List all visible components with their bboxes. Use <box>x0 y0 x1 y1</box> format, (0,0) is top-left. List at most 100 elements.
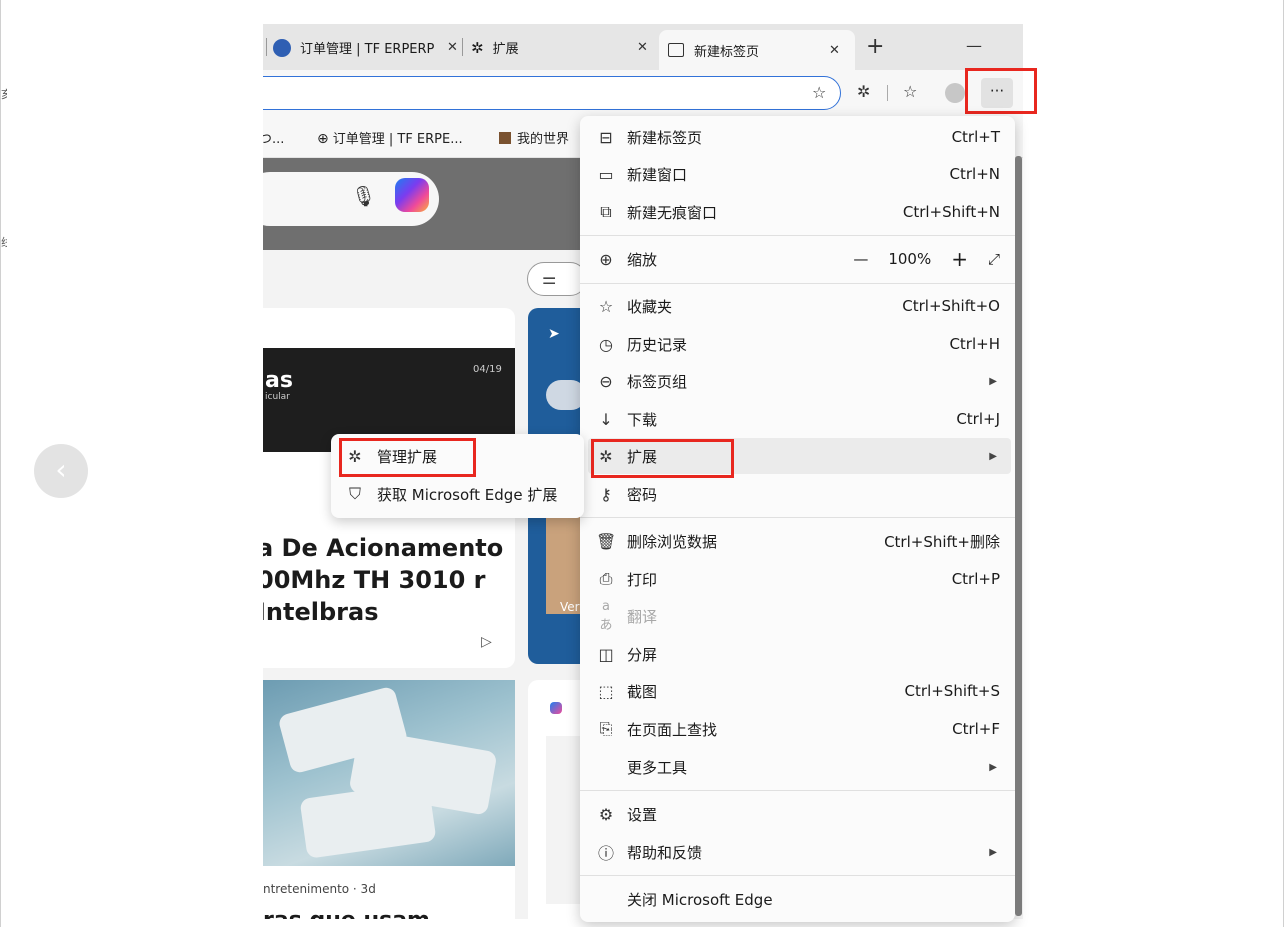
extensions-puzzle-icon[interactable]: ✲ <box>857 82 870 101</box>
zoom-in-button[interactable]: + <box>951 247 968 271</box>
help-icon: ⓘ <box>597 844 614 863</box>
minimize-button[interactable]: — <box>966 36 982 55</box>
download-icon: ↓ <box>599 409 613 429</box>
tab-groups-icon: ⊖ <box>599 371 613 391</box>
new-tab-button[interactable]: + <box>866 34 884 59</box>
menu-item-clear-browsing-data[interactable]: 🗑︎ 删除浏览数据 Ctrl+Shift+删除 <box>580 523 1015 559</box>
card-title[interactable]: ras que usam <box>263 908 430 919</box>
card-meta: ntretenimento · 3d <box>263 882 376 896</box>
menu-scrollbar[interactable] <box>1015 156 1022 916</box>
shopping-bag-icon: ⛉ <box>348 484 361 503</box>
address-bar[interactable]: ☆ <box>263 76 841 110</box>
location-arrow-icon: ➤ <box>548 326 560 342</box>
close-icon[interactable]: ✕ <box>637 40 648 55</box>
history-icon: ◷ <box>599 334 613 354</box>
pill-blister-shape <box>299 781 437 859</box>
favorite-item[interactable]: つ... <box>263 128 284 147</box>
tab-new-tab[interactable]: 新建标签页 ✕ <box>659 30 855 70</box>
highlight-manage-extensions <box>339 438 476 477</box>
tab-label: 扩展 <box>492 42 519 57</box>
feed-settings-button[interactable]: ⚌ <box>527 262 587 296</box>
tab-label: 新建标签页 <box>694 44 760 60</box>
favorites-icon[interactable]: ☆ <box>903 82 917 101</box>
card-title[interactable]: a De Acionamento 00Mhz TH 3010 r Intelbr… <box>263 532 515 628</box>
tab-strip: 订单管理 | TF ERPERP ✕ ✲ 扩展 ✕ 新建标签页 ✕ + — <box>263 24 1023 70</box>
edge-text-fragment: 亥 <box>1 88 7 101</box>
inprivate-window-icon: ⧉ <box>600 202 612 221</box>
favorite-item[interactable]: ⊕ 订单管理 | TF ERPE... <box>317 128 463 147</box>
menu-divider <box>580 517 1015 518</box>
menu-item-tab-groups[interactable]: ⊖ 标签页组 ▶ <box>580 363 1015 399</box>
menu-item-print[interactable]: ⎙ 打印 Ctrl+P <box>580 561 1015 597</box>
translate-icon: aあ <box>599 599 613 633</box>
sliders-icon: ⚌ <box>542 269 557 288</box>
zoom-out-button[interactable]: — <box>853 250 868 268</box>
menu-item-favorites[interactable]: ☆ 收藏夹 Ctrl+Shift+O <box>580 288 1015 324</box>
profile-avatar[interactable] <box>945 83 965 103</box>
menu-item-new-window[interactable]: ▭ 新建窗口 Ctrl+N <box>580 156 1015 192</box>
new-tab-page-icon <box>668 43 684 57</box>
tab-extensions[interactable]: ✲ 扩展 ✕ <box>471 31 655 64</box>
window-icon: ▭ <box>598 164 614 184</box>
tab-separator <box>462 38 463 56</box>
menu-item-new-inprivate[interactable]: ⧉ 新建无痕窗口 Ctrl+Shift+N <box>580 194 1015 230</box>
menu-item-split-screen[interactable]: ◫ 分屏 <box>580 636 1015 672</box>
menu-item-help-feedback[interactable]: ⓘ 帮助和反馈 ▶ <box>580 834 1015 870</box>
favorites-icon: ☆ <box>598 296 614 316</box>
weather-see-more[interactable]: Ver <box>560 600 580 614</box>
star-icon[interactable]: ☆ <box>812 83 826 102</box>
menu-item-more-tools[interactable]: 更多工具 ▶ <box>580 749 1015 785</box>
fullscreen-icon[interactable]: ⤢ <box>988 250 1000 268</box>
close-icon[interactable]: ✕ <box>829 43 840 58</box>
menu-item-find-on-page[interactable]: ⎘ 在页面上查找 Ctrl+F <box>580 711 1015 747</box>
microphone-icon[interactable]: 🎙︎ <box>351 184 376 208</box>
globe-icon: ⊕ <box>317 131 329 147</box>
chevron-right-icon: ▶ <box>989 375 997 387</box>
edge-text-fragment: 线 <box>1 236 7 249</box>
ad-date: 04/19 <box>473 364 502 375</box>
toolbar: ☆ ✲ ☆ ··· <box>263 70 1023 116</box>
ad-logo-text: as <box>265 368 293 393</box>
tab-order-management[interactable]: 订单管理 | TF ERPERP ✕ <box>273 31 463 64</box>
zoom-icon: ⊕ <box>599 249 613 269</box>
menu-divider <box>580 235 1015 236</box>
highlight-more-button <box>965 68 1037 114</box>
menu-divider <box>580 283 1015 284</box>
erp-logo-icon <box>273 38 291 57</box>
menu-item-passwords[interactable]: ⚷ 密码 <box>580 476 1015 512</box>
find-page-icon: ⎘ <box>599 719 613 738</box>
settings-and-more-menu: ⊟ 新建标签页 Ctrl+T ▭ 新建窗口 Ctrl+N ⧉ 新建无痕窗口 Ct… <box>580 116 1022 922</box>
key-icon: ⚷ <box>600 484 612 504</box>
menu-divider <box>580 875 1015 876</box>
copilot-icon[interactable] <box>395 178 429 212</box>
printer-icon: ⎙ <box>599 569 613 588</box>
close-icon[interactable]: ✕ <box>447 40 458 55</box>
menu-item-downloads[interactable]: ↓ 下载 Ctrl+J <box>580 401 1015 437</box>
gear-icon: ⚙ <box>598 804 614 824</box>
back-arrow-button[interactable]: ‹ <box>34 444 88 498</box>
trash-icon: 🗑︎ <box>596 531 617 551</box>
highlight-extensions-item <box>591 439 734 478</box>
menu-item-close-edge[interactable]: 关闭 Microsoft Edge <box>580 881 1015 917</box>
favorite-item[interactable]: 我的世界 <box>499 128 569 147</box>
ad-choice-icon[interactable]: ▷ <box>481 634 492 650</box>
copilot-small-icon <box>550 702 562 714</box>
menu-item-new-tab[interactable]: ⊟ 新建标签页 Ctrl+T <box>580 119 1015 155</box>
ad-subtitle: icular <box>265 392 290 402</box>
menu-item-settings[interactable]: ⚙ 设置 <box>580 796 1015 832</box>
hero-background: 🎙︎ <box>263 158 583 250</box>
menu-item-screenshot[interactable]: ⬚ 截图 Ctrl+Shift+S <box>580 673 1015 709</box>
news-card[interactable]: ntretenimento · 3d ras que usam <box>263 680 515 919</box>
chevron-right-icon: ▶ <box>989 450 997 462</box>
zoom-level: 100% <box>888 250 932 268</box>
menu-item-history[interactable]: ◷ 历史记录 Ctrl+H <box>580 326 1015 362</box>
page: 亥 线 ‹ 订单管理 | TF ERPERP ✕ ✲ 扩展 ✕ 新建标签页 ✕ <box>0 0 1284 927</box>
tab-separator <box>266 38 267 56</box>
chevron-left-icon: ‹ <box>55 453 67 486</box>
chevron-right-icon: ▶ <box>989 761 997 773</box>
tab-label: 订单管理 | TF ERPERP <box>300 42 435 57</box>
submenu-item-get-extensions[interactable]: ⛉ 获取 Microsoft Edge 扩展 <box>331 476 584 512</box>
menu-item-translate: aあ 翻译 <box>580 598 1015 634</box>
copilot-card[interactable] <box>528 680 588 919</box>
chevron-right-icon: ▶ <box>989 846 997 858</box>
